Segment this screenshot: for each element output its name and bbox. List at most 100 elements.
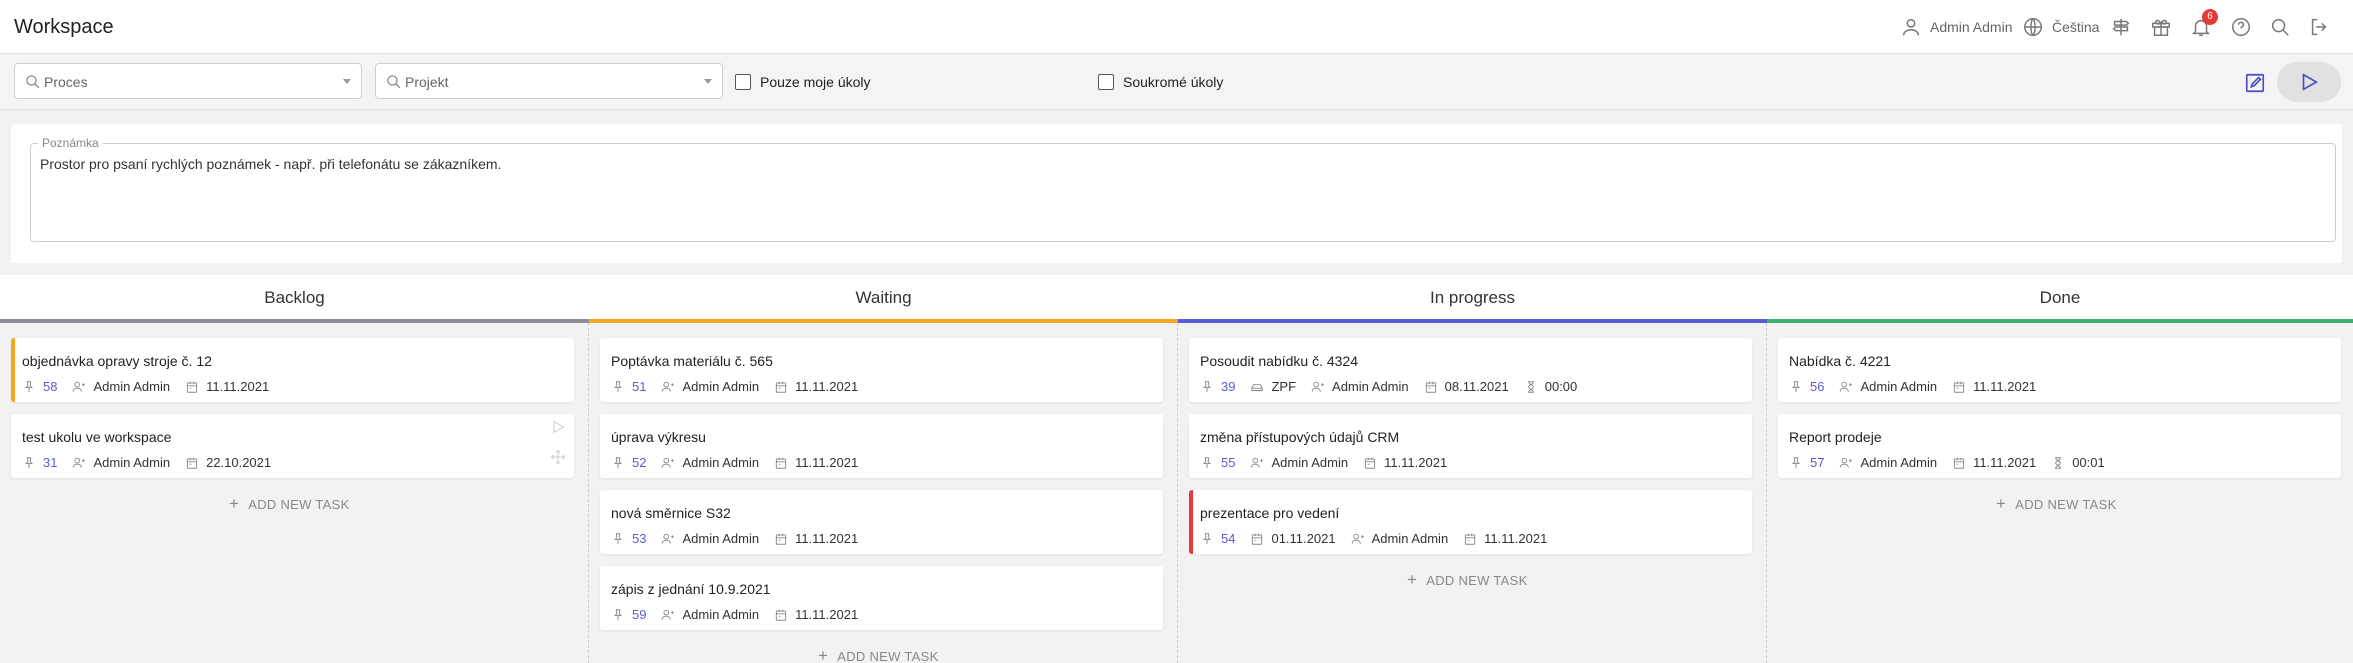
help-button[interactable] xyxy=(2230,15,2252,39)
pin-icon xyxy=(1200,532,1214,546)
task-card[interactable]: Report prodeje 57 Admin Admin 11.11.2021 00:… xyxy=(1778,414,2341,478)
task-start-date: 01.11.2021 xyxy=(1271,531,1336,546)
search-button[interactable] xyxy=(2269,15,2291,39)
chevron-down-icon xyxy=(704,79,712,84)
task-meta: 31 Admin Admin 22.10.2021 xyxy=(22,455,286,470)
checkbox-box[interactable] xyxy=(735,74,751,90)
signpost-button[interactable] xyxy=(2110,15,2132,39)
task-due-date: 11.11.2021 xyxy=(795,607,859,622)
play-icon[interactable] xyxy=(550,419,566,435)
task-card[interactable]: zápis z jednání 10.9.2021 59 Admin Admin 11… xyxy=(600,566,1163,630)
play-button[interactable] xyxy=(2277,62,2341,102)
add-new-task-button[interactable]: + ADD NEW TASK xyxy=(818,646,939,663)
task-card[interactable]: úprava výkresu 52 Admin Admin 11.11.2021 xyxy=(600,414,1163,478)
column-divider xyxy=(1766,323,1767,663)
pin-icon xyxy=(1200,380,1214,394)
task-card[interactable]: Posoudit nabídku č. 4324 39 ZPF Admin Admin… xyxy=(1189,338,1752,402)
column-color-bar xyxy=(589,319,1178,323)
calendar-icon xyxy=(774,380,788,394)
add-new-task-button[interactable]: + ADD NEW TASK xyxy=(1996,494,2117,514)
only-my-tasks-checkbox[interactable]: Pouze moje úkoly xyxy=(735,74,871,90)
task-meta: 56 Admin Admin 11.11.2021 xyxy=(1789,379,2051,394)
task-card[interactable]: nová směrnice S32 53 Admin Admin 11.11.2021 xyxy=(600,490,1163,554)
add-new-task-label: ADD NEW TASK xyxy=(1426,572,1528,588)
task-card[interactable]: prezentace pro vedení 54 01.11.2021 Admin A… xyxy=(1189,490,1752,554)
task-title: objednávka opravy stroje č. 12 xyxy=(22,353,212,369)
note-panel: Poznámka xyxy=(11,124,2342,263)
user-name: Admin Admin xyxy=(1930,19,2013,35)
task-due-date: 11.11.2021 xyxy=(206,379,270,394)
column-divider xyxy=(588,323,589,663)
task-card[interactable]: Nabídka č. 4221 56 Admin Admin 11.11.2021 xyxy=(1778,338,2341,402)
task-card[interactable]: Poptávka materiálu č. 565 51 Admin Admin 11… xyxy=(600,338,1163,402)
hourglass-icon xyxy=(2051,456,2065,470)
help-icon xyxy=(2232,18,2250,36)
calendar-icon xyxy=(1952,380,1966,394)
task-due-date: 11.11.2021 xyxy=(1973,379,2037,394)
only-my-tasks-label: Pouze moje úkoly xyxy=(760,74,871,90)
task-id: 39 xyxy=(1221,379,1236,394)
task-due-date: 11.11.2021 xyxy=(795,379,859,394)
task-card[interactable]: test ukolu ve workspace 31 Admin Admin 22.1… xyxy=(11,414,574,478)
task-assignee: Admin Admin xyxy=(682,455,760,470)
logout-button[interactable] xyxy=(2308,15,2330,39)
task-card[interactable]: objednávka opravy stroje č. 12 58 Admin Ad… xyxy=(11,338,574,402)
filter-bar: Proces Projekt Pouze moje úkoly Soukromé… xyxy=(0,55,2353,110)
calendar-icon xyxy=(185,456,199,470)
process-placeholder: Proces xyxy=(44,74,88,90)
calendar-icon xyxy=(1250,532,1264,546)
calendar-icon xyxy=(774,608,788,622)
task-id: 57 xyxy=(1810,455,1825,470)
task-id: 56 xyxy=(1810,379,1825,394)
assign-user-icon xyxy=(72,456,86,470)
column-title: Done xyxy=(2039,288,2081,307)
move-icon[interactable] xyxy=(550,449,566,465)
assign-user-icon xyxy=(1839,456,1853,470)
assign-user-icon xyxy=(1250,456,1264,470)
task-meta: 53 Admin Admin 11.11.2021 xyxy=(611,531,873,546)
process-select[interactable]: Proces xyxy=(14,63,362,99)
edit-icon xyxy=(2245,73,2265,93)
private-tasks-checkbox[interactable]: Soukromé úkoly xyxy=(1098,74,1223,90)
add-new-task-button[interactable]: + ADD NEW TASK xyxy=(1407,570,1528,590)
column-header: Waiting xyxy=(589,275,1178,323)
task-id: 53 xyxy=(632,531,647,546)
column-title: Backlog xyxy=(264,288,325,307)
column-header: Done xyxy=(1767,275,2353,323)
task-due-date: 11.11.2021 xyxy=(1484,531,1548,546)
task-assignee: Admin Admin xyxy=(1271,455,1349,470)
calendar-icon xyxy=(185,380,199,394)
note-text[interactable]: Prostor pro psaní rychlých poznámek - na… xyxy=(40,156,501,172)
task-title: změna přístupových údajů CRM xyxy=(1200,429,1400,445)
notifications-button[interactable]: 6 xyxy=(2190,9,2218,39)
language-menu[interactable]: Čeština xyxy=(2022,15,2099,39)
pin-icon xyxy=(611,532,625,546)
add-new-task-label: ADD NEW TASK xyxy=(248,496,350,512)
task-title: nová směrnice S32 xyxy=(611,505,731,521)
edit-note-button[interactable] xyxy=(2244,72,2266,94)
task-id: 51 xyxy=(632,379,647,394)
add-new-task-button[interactable]: + ADD NEW TASK xyxy=(229,494,350,514)
gift-button[interactable] xyxy=(2150,15,2172,39)
task-card[interactable]: změna přístupových údajů CRM 55 Admin Admi… xyxy=(1189,414,1752,478)
pin-icon xyxy=(22,380,36,394)
logout-icon xyxy=(2311,18,2327,36)
task-id: 52 xyxy=(632,455,647,470)
task-meta: 52 Admin Admin 11.11.2021 xyxy=(611,455,873,470)
top-bar: Workspace Admin Admin Čeština 6 xyxy=(0,0,2353,54)
task-meta: 39 ZPF Admin Admin 08.11.2021 00:00 xyxy=(1200,379,1592,394)
calendar-icon xyxy=(1424,380,1438,394)
pin-icon xyxy=(611,380,625,394)
calendar-icon xyxy=(1952,456,1966,470)
task-title: Nabídka č. 4221 xyxy=(1789,353,1891,369)
assign-user-icon xyxy=(661,608,675,622)
task-due-date: 11.11.2021 xyxy=(795,455,859,470)
checkbox-box[interactable] xyxy=(1098,74,1114,90)
task-assignee: Admin Admin xyxy=(93,455,171,470)
user-menu[interactable]: Admin Admin xyxy=(1900,15,2012,39)
project-select[interactable]: Projekt xyxy=(375,63,723,99)
column-color-bar xyxy=(1178,319,1767,323)
task-meta: 57 Admin Admin 11.11.2021 00:01 xyxy=(1789,455,2120,470)
task-title: prezentace pro vedení xyxy=(1200,505,1340,521)
pin-icon xyxy=(611,456,625,470)
